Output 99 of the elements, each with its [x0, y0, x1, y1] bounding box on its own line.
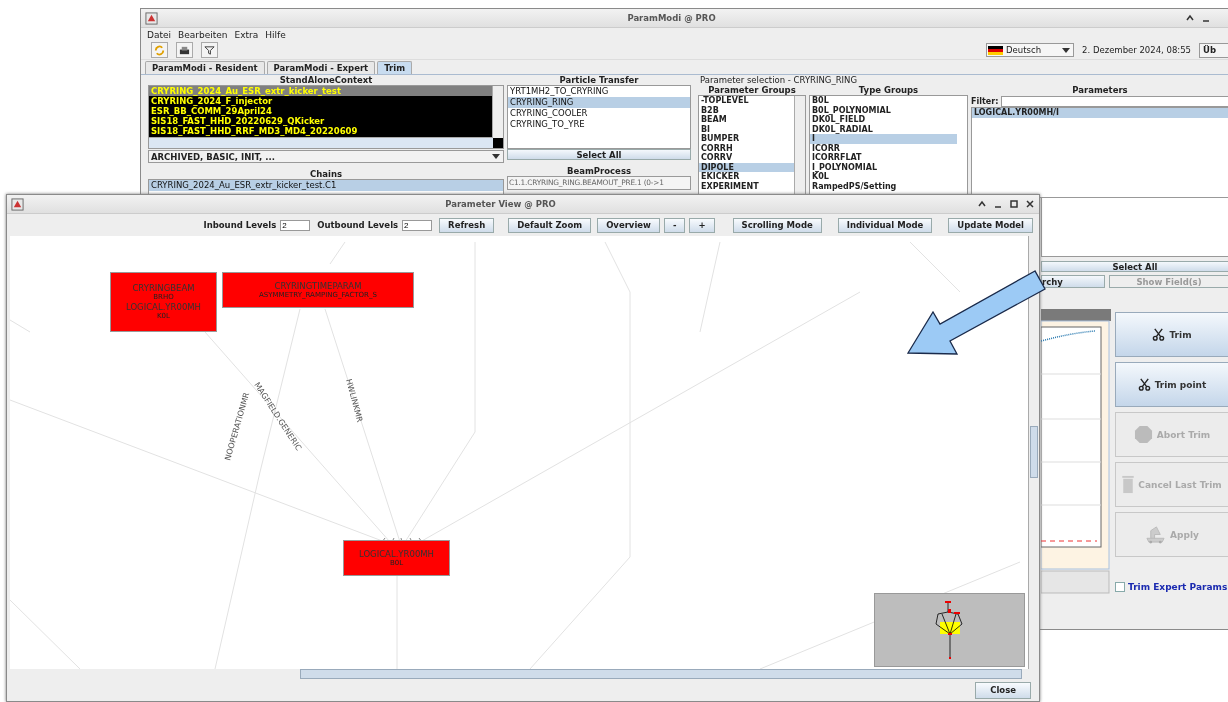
list-item[interactable]: DK0L_FIELD	[810, 115, 957, 125]
list-item[interactable]: SIS18_FAST_HHD_RRF_MD3_MD4_20220609	[149, 126, 493, 136]
toolbar-button[interactable]: Update Model	[948, 217, 1033, 233]
language-dropdown[interactable]: Deutsch	[986, 43, 1075, 57]
toolbar-button[interactable]: Üb	[1199, 42, 1228, 58]
list-item[interactable]: B0L_POLYNOMIAL	[810, 105, 957, 115]
panel-title: Parameter selection - CRYRING_RING	[699, 75, 859, 85]
inbound-levels-label: Inbound Levels	[203, 220, 277, 230]
list-item[interactable]: BI	[699, 124, 795, 134]
list-item[interactable]: B2B	[699, 105, 795, 115]
list-item[interactable]: DIPOLE	[699, 162, 795, 172]
dropdown-arrow-icon	[492, 154, 500, 159]
collapse-icon[interactable]	[977, 199, 987, 209]
list-item[interactable]: -TOPLEVEL	[699, 96, 795, 106]
menu-item[interactable]: Datei	[147, 29, 171, 40]
tab[interactable]: ParamModi - Resident	[145, 61, 265, 74]
scissors-icon	[1137, 378, 1151, 391]
list-item[interactable]: CRYRING_TO_YRE	[508, 119, 690, 130]
collapse-icon[interactable]	[1185, 13, 1195, 23]
checkbox[interactable]	[1115, 582, 1125, 592]
column-header: Type Groups	[857, 85, 920, 95]
column-header: Particle Transfer	[558, 75, 640, 85]
date-time: 2. Dezember 2024, 08:55	[1082, 45, 1191, 55]
scissors-icon	[1152, 328, 1166, 341]
list-item[interactable]: EXPERIMENT	[699, 181, 795, 191]
list-item[interactable]: K0L	[810, 172, 957, 182]
tab[interactable]: Trim	[377, 61, 412, 74]
action-button[interactable]: Trim point	[1115, 362, 1228, 407]
list-item[interactable]: CRYRING_2024_Au_ESR_extr_kicker_test.C1	[149, 180, 503, 191]
scrollbar[interactable]	[149, 137, 493, 148]
flag-icon	[988, 45, 1004, 55]
stop-sign-icon	[1133, 425, 1153, 444]
list-item[interactable]: B0L	[810, 96, 957, 106]
list-item[interactable]: YRT1MH2_TO_CRYRING	[508, 86, 690, 97]
select-all-button[interactable]: Select All	[1041, 261, 1228, 272]
menu-item[interactable]: Bearbeiten	[178, 29, 228, 40]
action-button[interactable]: Trim	[1115, 312, 1228, 357]
column-header: Parameters	[1071, 85, 1129, 95]
list-item[interactable]: LOGICAL.YR00MH/I	[972, 108, 1228, 118]
toolbar-button[interactable]: -	[663, 217, 686, 233]
hierarchy-button[interactable]: rchy	[1041, 275, 1105, 288]
column-header: Chains	[308, 169, 344, 179]
node-name: LOGICAL.YR00MH	[125, 302, 201, 312]
list-item[interactable]: EKICKER	[699, 172, 795, 182]
filter-button[interactable]	[201, 42, 218, 58]
scrollbar[interactable]	[492, 86, 503, 138]
minimap[interactable]	[874, 593, 1025, 667]
column-header: BeamProcess	[566, 166, 632, 176]
list-item[interactable]: CRYRING_COOLER	[508, 108, 690, 119]
list-item[interactable]: CORRV	[699, 153, 795, 163]
toolbar-button[interactable]: Individual Mode	[837, 217, 933, 233]
list-item[interactable]: RampedPS/Setting	[810, 181, 957, 191]
list-item[interactable]: I_POLYNOMIAL	[810, 162, 957, 172]
menu-item[interactable]: Extra	[234, 29, 259, 40]
vehicle-icon	[1145, 525, 1167, 544]
toolbar-button[interactable]: +	[689, 217, 715, 233]
column-header: Parameter Groups	[707, 85, 797, 95]
list-item[interactable]: BUMPER	[699, 134, 795, 144]
scrollbar[interactable]	[794, 96, 805, 197]
node-name: CRYRINGBEAM	[132, 283, 195, 293]
list-item[interactable]: CRYRING_2024_F_injector	[149, 96, 493, 106]
list-item[interactable]: BEAM	[699, 115, 795, 125]
app-icon	[11, 197, 24, 211]
window-title: ParamModi @ PRO	[626, 13, 717, 23]
app-icon	[145, 11, 158, 25]
list-item[interactable]: CORRH	[699, 143, 795, 153]
list-item[interactable]: CRYRING_2024_Au_ESR_extr_kicker_test	[149, 86, 493, 96]
filter-dropdown[interactable]: ARCHIVED, BASIC, INIT, ...	[148, 150, 504, 163]
trash-icon	[1122, 475, 1135, 494]
maximize-icon[interactable]	[1009, 199, 1019, 209]
node-name: CRYRINGTIMEPARAM	[274, 280, 362, 291]
tab[interactable]: ParamModi - Expert	[266, 61, 376, 74]
list-item[interactable]: ICORR	[810, 143, 957, 153]
toolbar-button[interactable]: Refresh	[439, 217, 495, 233]
menu-item[interactable]: Hilfe	[265, 29, 286, 40]
list-item[interactable]: DK0L_RADIAL	[810, 124, 957, 134]
print-button[interactable]	[176, 42, 193, 58]
toolbar-button[interactable]: Scrolling Mode	[732, 217, 822, 233]
close-icon[interactable]	[1025, 199, 1035, 209]
outbound-levels-field[interactable]: 2	[402, 219, 433, 231]
list-item[interactable]: SIS18_FAST_HHD_20220629_QKicker	[149, 116, 493, 126]
toolbar-button[interactable]: Overview	[597, 217, 660, 233]
inbound-levels-field[interactable]: 2	[280, 219, 311, 231]
window-title: Parameter View @ PRO	[444, 199, 557, 209]
list-item[interactable]: ESR_BB_COMM_29April24	[149, 106, 493, 116]
list-item[interactable]: ICORRFLAT	[810, 153, 957, 163]
select-all-button[interactable]: Select All	[507, 149, 691, 160]
checkbox-label[interactable]: Trim Expert Params	[1128, 582, 1228, 592]
outbound-levels-label: Outbound Levels	[317, 220, 399, 230]
filter-label: Filter:	[971, 96, 999, 106]
node-name: LOGICAL.YR00MH	[358, 548, 434, 559]
list-item[interactable]: I	[810, 134, 957, 144]
refresh-button[interactable]	[151, 42, 168, 58]
toolbar-button[interactable]: Default Zoom	[508, 217, 592, 233]
column-header: StandAloneContext	[278, 75, 374, 85]
close-button[interactable]: Close	[975, 681, 1031, 699]
filter-field[interactable]	[1001, 95, 1228, 107]
list-item[interactable]: CRYRING_RING	[508, 97, 690, 108]
dropdown-arrow-icon	[1062, 47, 1071, 53]
